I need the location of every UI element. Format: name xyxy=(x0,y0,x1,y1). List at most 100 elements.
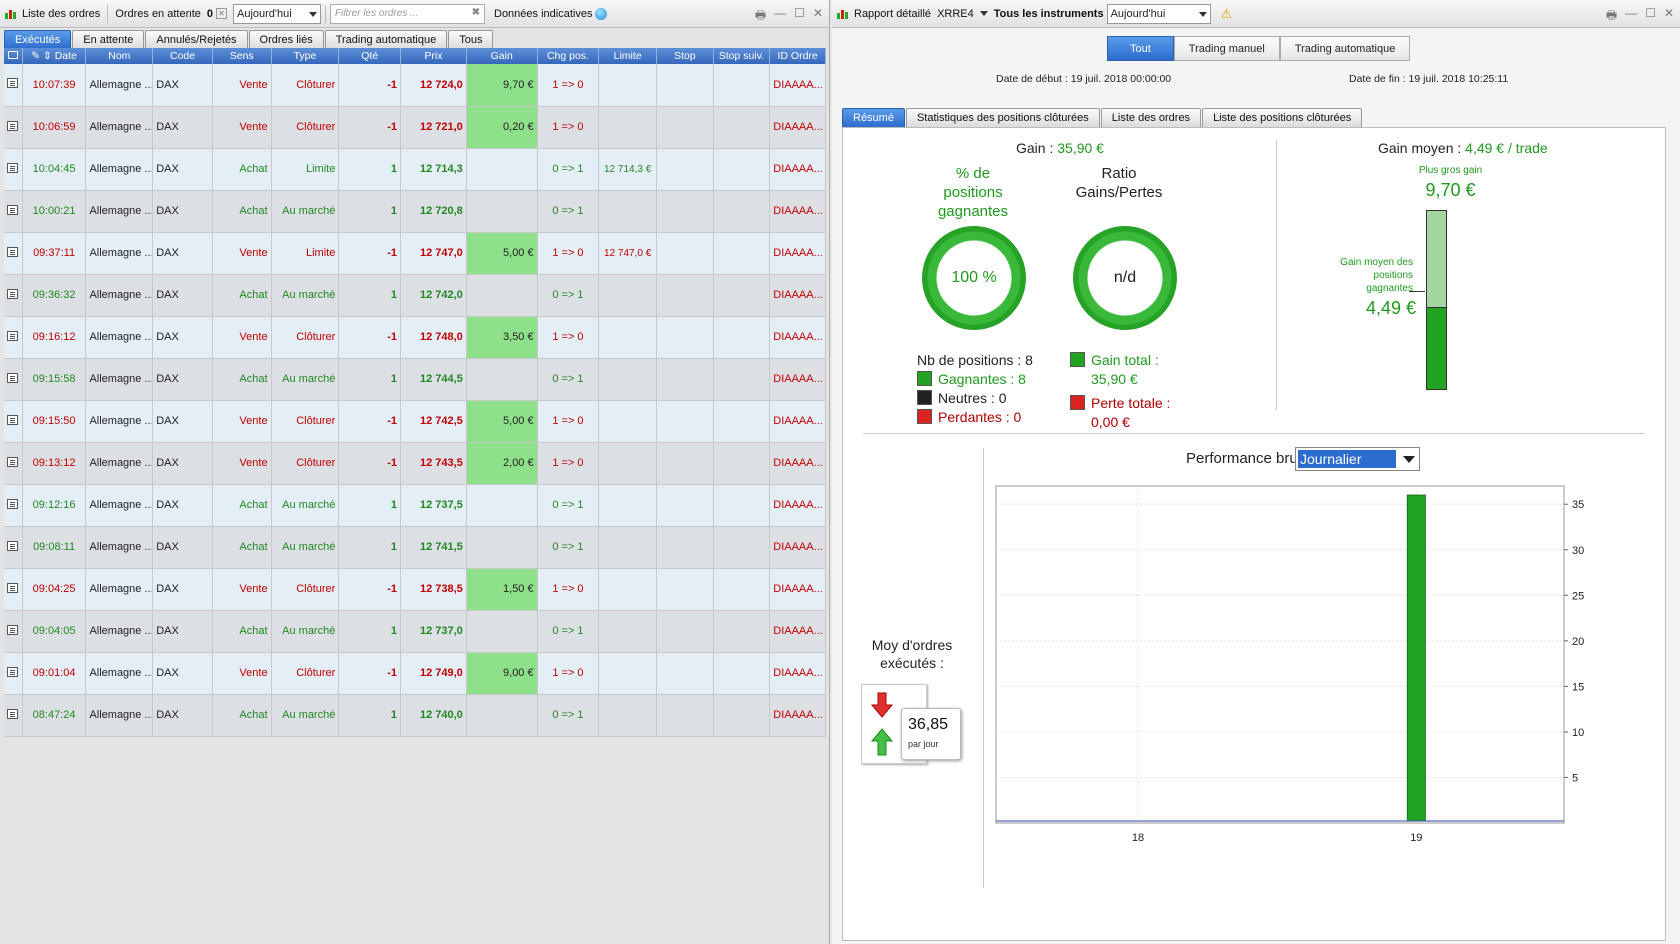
print-icon[interactable]: 🖶 xyxy=(1606,6,1617,27)
segment-trading-manuel[interactable]: Trading manuel xyxy=(1173,36,1280,61)
document-icon[interactable] xyxy=(7,624,19,635)
column-header-limite[interactable]: Limite xyxy=(598,48,657,64)
performance-label: Performance brute xyxy=(1186,450,1311,467)
table-row[interactable]: 09:01:04 Allemagne ... DAX Vente Clôturer -1 1… xyxy=(4,652,826,695)
segment-trading-automatique[interactable]: Trading automatique xyxy=(1279,36,1411,61)
minimize-icon[interactable]: — xyxy=(1625,6,1637,27)
row-detail-icon[interactable] xyxy=(4,652,23,695)
table-row[interactable]: 09:15:58 Allemagne ... DAX Achat Au marché 1 1… xyxy=(4,358,826,401)
report-icon[interactable] xyxy=(836,8,848,20)
column-header-type[interactable]: Type xyxy=(271,48,340,64)
maximize-icon[interactable]: ☐ xyxy=(794,6,805,27)
table-row[interactable]: 09:08:11 Allemagne ... DAX Achat Au marché 1 1… xyxy=(4,526,826,569)
report-title[interactable]: Rapport détaillé xyxy=(851,8,934,20)
column-header-id-ordre[interactable]: ID Ordre xyxy=(769,48,826,64)
document-icon[interactable] xyxy=(7,414,19,425)
column-header-prix[interactable]: Prix xyxy=(400,48,467,64)
document-icon[interactable] xyxy=(7,498,19,509)
info-globe-icon[interactable] xyxy=(595,7,608,20)
row-detail-icon[interactable] xyxy=(4,484,23,527)
close-small-icon[interactable]: ✕ xyxy=(216,8,227,19)
column-header-code[interactable]: Code xyxy=(152,48,213,64)
table-row[interactable]: 09:36:32 Allemagne ... DAX Achat Au marché 1 1… xyxy=(4,274,826,317)
table-row[interactable]: 09:04:25 Allemagne ... DAX Vente Clôturer -1 1… xyxy=(4,568,826,611)
row-detail-icon[interactable] xyxy=(4,358,23,401)
orders-list-icon[interactable] xyxy=(4,8,16,20)
document-icon[interactable] xyxy=(7,162,19,173)
tab-r-sum-[interactable]: Résumé xyxy=(842,108,905,127)
pending-orders-button[interactable]: Ordres en attente xyxy=(112,8,204,20)
table-row[interactable]: 10:04:45 Allemagne ... DAX Achat Limite 1 12 7… xyxy=(4,148,826,191)
account-label[interactable]: XRRE4 xyxy=(934,8,977,20)
table-row[interactable]: 09:04:05 Allemagne ... DAX Achat Au marché 1 1… xyxy=(4,610,826,653)
row-detail-icon[interactable] xyxy=(4,274,23,317)
row-detail-icon[interactable] xyxy=(4,526,23,569)
period-select[interactable]: Aujourd'hui xyxy=(233,3,321,24)
row-detail-icon[interactable] xyxy=(4,148,23,191)
column-header-sens[interactable]: Sens xyxy=(212,48,272,64)
instruments-dropdown-icon[interactable] xyxy=(979,11,988,16)
row-detail-icon[interactable] xyxy=(4,232,23,275)
maximize-icon[interactable]: ☐ xyxy=(1645,6,1656,27)
table-row[interactable]: 10:06:59 Allemagne ... DAX Vente Clôturer -1 1… xyxy=(4,106,826,149)
document-icon[interactable] xyxy=(7,666,19,677)
table-row[interactable]: 09:16:12 Allemagne ... DAX Vente Clôturer -1 1… xyxy=(4,316,826,359)
document-icon[interactable] xyxy=(7,330,19,341)
column-header-stop[interactable]: Stop xyxy=(656,48,714,64)
row-detail-icon[interactable] xyxy=(4,64,23,107)
instruments-select[interactable]: Tous les instruments xyxy=(991,8,1107,20)
tab-tous[interactable]: Tous xyxy=(448,30,494,49)
row-detail-icon[interactable] xyxy=(4,694,23,737)
row-detail-icon[interactable] xyxy=(4,106,23,149)
column-header-nom[interactable]: Nom xyxy=(85,48,154,64)
column-header-chg-pos-[interactable]: Chg pos. xyxy=(537,48,600,64)
document-icon[interactable] xyxy=(7,540,19,551)
tab-liste-des-positions-cl-tur-es[interactable]: Liste des positions clôturées xyxy=(1202,108,1363,127)
table-row[interactable]: 10:07:39 Allemagne ... DAX Vente Clôturer -1 1… xyxy=(4,64,826,107)
segment-tout[interactable]: Tout xyxy=(1107,36,1174,61)
table-row[interactable]: 08:47:24 Allemagne ... DAX Achat Au marché 1 1… xyxy=(4,694,826,737)
filter-orders-input[interactable]: Filtrer les ordres ... ✖ xyxy=(330,3,485,24)
document-icon[interactable] xyxy=(7,708,19,719)
tab-liste-des-ordres[interactable]: Liste des ordres xyxy=(1100,108,1202,127)
document-icon[interactable] xyxy=(7,120,19,131)
document-icon[interactable] xyxy=(7,246,19,257)
minimize-icon[interactable]: — xyxy=(774,6,786,27)
tab-statistiques-des-positions-cl-tur-es[interactable]: Statistiques des positions clôturées xyxy=(905,108,1100,127)
orders-list-title[interactable]: Liste des ordres xyxy=(19,8,103,20)
row-detail-icon[interactable] xyxy=(4,442,23,485)
document-icon[interactable] xyxy=(7,78,19,89)
table-row[interactable]: 09:15:50 Allemagne ... DAX Vente Clôturer -1 1… xyxy=(4,400,826,443)
table-row[interactable]: 09:37:11 Allemagne ... DAX Vente Limite -1 12 … xyxy=(4,232,826,275)
row-detail-icon[interactable] xyxy=(4,190,23,233)
report-period-select[interactable]: Aujourd'hui xyxy=(1106,3,1211,24)
document-icon[interactable] xyxy=(7,582,19,593)
tab-annul-s-rejet-s[interactable]: Annulés/Rejetés xyxy=(145,30,248,49)
tab-ordres-li-s[interactable]: Ordres liés xyxy=(248,30,324,49)
tab-ex-cut-s[interactable]: Exécutés xyxy=(4,30,72,49)
close-icon[interactable]: ✕ xyxy=(813,6,823,27)
column-header-qt-[interactable]: Qté xyxy=(338,48,402,64)
table-row[interactable]: 09:13:12 Allemagne ... DAX Vente Clôturer -1 1… xyxy=(4,442,826,485)
row-detail-icon[interactable] xyxy=(4,568,23,611)
print-icon[interactable]: 🖶 xyxy=(755,6,766,27)
clear-filter-icon[interactable]: ✖ xyxy=(472,7,480,18)
table-row[interactable]: 09:12:16 Allemagne ... DAX Achat Au marché 1 1… xyxy=(4,484,826,527)
row-detail-icon[interactable] xyxy=(4,610,23,653)
column-header-date[interactable]: ✎ ⇕ Date xyxy=(22,48,87,64)
header-options-icon[interactable] xyxy=(4,48,23,64)
document-icon[interactable] xyxy=(7,204,19,215)
close-icon[interactable]: ✕ xyxy=(1664,6,1674,27)
document-icon[interactable] xyxy=(7,456,19,467)
column-header-gain[interactable]: Gain xyxy=(466,48,538,64)
column-header-stop-suiv-[interactable]: Stop suiv. xyxy=(713,48,771,64)
document-icon[interactable] xyxy=(7,288,19,299)
row-detail-icon[interactable] xyxy=(4,316,23,359)
tab-trading-automatique[interactable]: Trading automatique xyxy=(324,30,448,49)
cell-qty: 1 xyxy=(338,526,402,569)
warning-icon[interactable]: ⚠ xyxy=(1221,6,1233,22)
tab-en-attente[interactable]: En attente xyxy=(72,30,145,49)
row-detail-icon[interactable] xyxy=(4,400,23,443)
table-row[interactable]: 10:00:21 Allemagne ... DAX Achat Au marché 1 1… xyxy=(4,190,826,233)
document-icon[interactable] xyxy=(7,372,19,383)
